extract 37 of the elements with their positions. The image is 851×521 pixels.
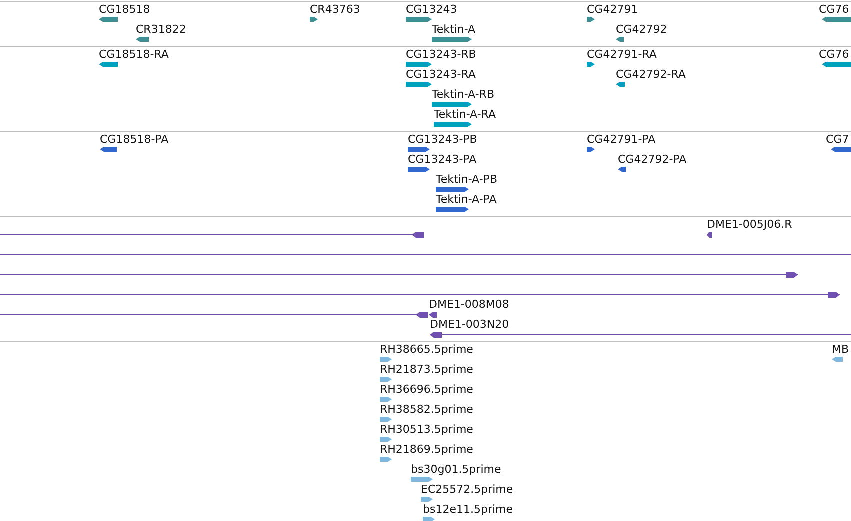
feature-label: Tektin-A-RB xyxy=(432,88,494,101)
feature-label: RH38665.5prime xyxy=(380,343,474,356)
feature-label: CG42791-RA xyxy=(587,48,657,61)
feature-label: CG42791-PA xyxy=(587,133,656,146)
feature-label: CR43763 xyxy=(310,3,360,16)
feature-label: CG13243-RB xyxy=(406,48,476,61)
feature-label: Tektin-A-PB xyxy=(436,173,498,186)
feature-label: CG76 xyxy=(819,48,850,61)
feature-label: DME1-005J06.R xyxy=(707,218,792,231)
feature-label: CG42792 xyxy=(616,23,668,36)
feature-label: Tektin-A-RA xyxy=(434,108,496,121)
feature-label: DME1-003N20 xyxy=(430,318,510,331)
feature-label: Tektin-A-PA xyxy=(436,193,497,206)
feature-label: CG13243-RA xyxy=(406,68,476,81)
feature-label: CG18518 xyxy=(99,3,150,16)
feature-label: RH30513.5prime xyxy=(380,423,474,436)
feature-label: CG13243 xyxy=(406,3,458,16)
feature-label: DME1-008M08 xyxy=(429,298,510,311)
feature-label: bs12e11.5prime xyxy=(423,503,514,516)
feature-label: CG7 xyxy=(826,133,850,146)
feature-label: CG13243-PA xyxy=(408,153,477,166)
feature-label: EC25572.5prime xyxy=(421,483,514,496)
feature-label: CG42792-PA xyxy=(618,153,687,166)
feature-label: Tektin-A xyxy=(432,23,476,36)
feature-label: RH21873.5prime xyxy=(380,363,474,376)
feature-label: CG76 xyxy=(819,3,850,16)
feature-label: CR31822 xyxy=(136,23,186,36)
feature-label: MB xyxy=(832,343,850,356)
feature-label: RH21869.5prime xyxy=(380,443,474,456)
feature-label: CG18518-RA xyxy=(99,48,169,61)
feature-label: CG42791 xyxy=(587,3,638,16)
feature-label: RH36696.5prime xyxy=(380,383,474,396)
feature-label: bs30g01.5prime xyxy=(411,463,502,476)
feature-label: RH38582.5prime xyxy=(380,403,474,416)
feature-label: CG13243-PB xyxy=(408,133,478,146)
feature-label: CG42792-RA xyxy=(616,68,686,81)
feature-label: CG18518-PA xyxy=(100,133,169,146)
